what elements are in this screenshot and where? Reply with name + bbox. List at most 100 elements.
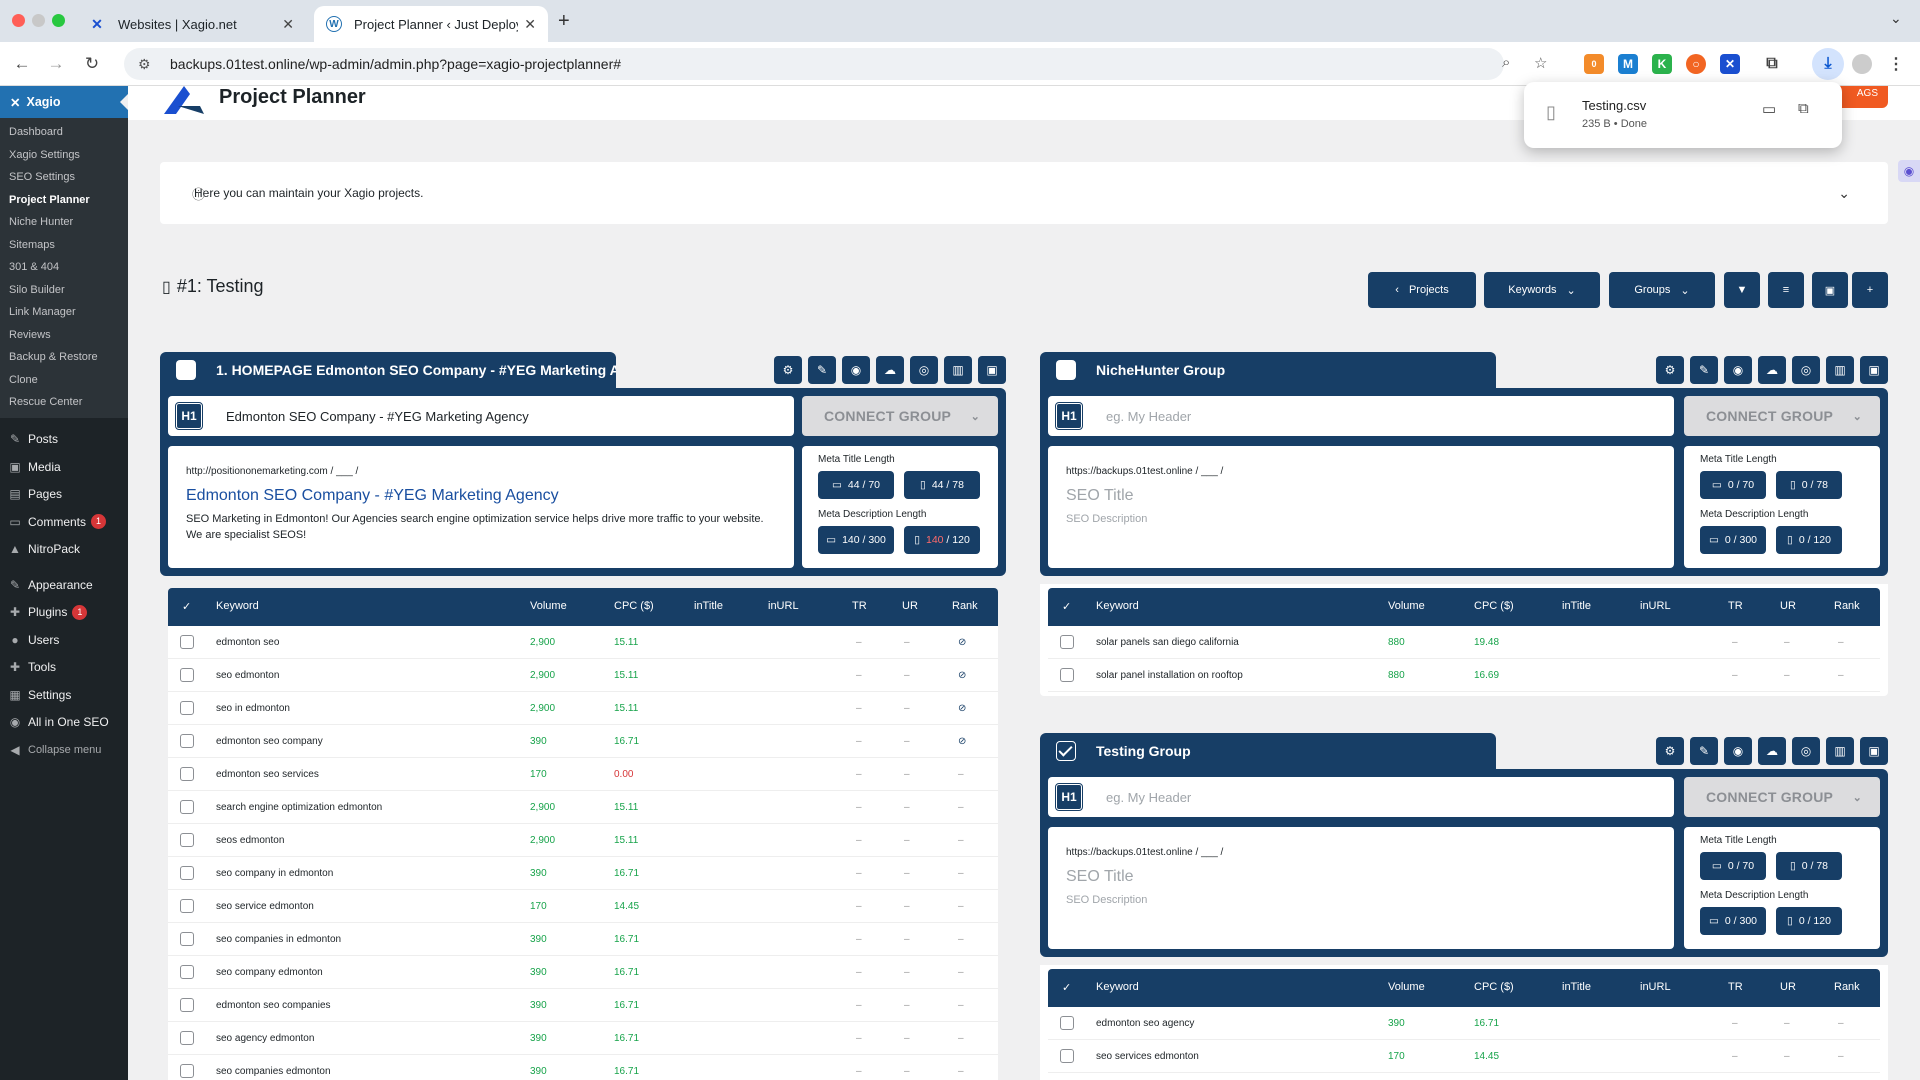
close-window-button[interactable]: [12, 14, 25, 27]
browser-tab-project-planner[interactable]: W Project Planner ‹ Just Deploy ✕: [314, 6, 548, 42]
add-group-button[interactable]: +: [1852, 272, 1888, 308]
row-checkbox[interactable]: [180, 701, 194, 715]
keywords-dropdown[interactable]: Keywords ⌄: [1484, 272, 1600, 308]
title-mobile-length[interactable]: ▯ 0 / 78: [1776, 471, 1842, 499]
table-row[interactable]: edmonton seo companies 390 16.71 – – –: [168, 989, 998, 1022]
browser-menu-icon[interactable]: ⋮: [1886, 54, 1906, 74]
table-row[interactable]: solar panels san diego california 880 19.4…: [1048, 626, 1880, 659]
select-all-icon[interactable]: ✓: [1062, 600, 1071, 613]
save-button[interactable]: ▣: [1812, 272, 1848, 308]
col-rank[interactable]: Rank: [1834, 600, 1860, 612]
row-checkbox[interactable]: [180, 866, 194, 880]
desc-desktop-length[interactable]: ▭ 0 / 300: [1700, 907, 1766, 935]
extensions-puzzle-icon[interactable]: ⧉: [1762, 54, 1782, 74]
table-row[interactable]: seo companies edmonton 390 16.71 – – –: [168, 1055, 998, 1080]
trash-icon[interactable]: ▥: [1826, 356, 1854, 384]
row-checkbox[interactable]: [180, 899, 194, 913]
col-volume[interactable]: Volume: [1388, 981, 1425, 993]
submenu-item[interactable]: SEO Settings: [0, 166, 128, 189]
forward-button[interactable]: →: [44, 52, 68, 76]
row-checkbox[interactable]: [180, 800, 194, 814]
col-ur[interactable]: UR: [1780, 981, 1796, 993]
title-mobile-length[interactable]: ▯ 44 / 78: [904, 471, 980, 499]
target-icon[interactable]: ◎: [1792, 356, 1820, 384]
submenu-item[interactable]: Silo Builder: [0, 279, 128, 302]
submenu-item[interactable]: 301 & 404: [0, 256, 128, 279]
address-bar[interactable]: ⚙ backups.01test.online/wp-admin/admin.p…: [124, 48, 1547, 80]
col-rank[interactable]: Rank: [1834, 981, 1860, 993]
groups-dropdown[interactable]: Groups ⌄: [1609, 272, 1715, 308]
connect-group-dropdown[interactable]: CONNECT GROUP ⌄: [1684, 777, 1880, 817]
downloads-icon[interactable]: ⤓: [1812, 48, 1844, 80]
serp-preview[interactable]: http://positiononemarketing.com / ___ / …: [168, 446, 794, 568]
sidebar-item-all-in-one-seo[interactable]: ◉ All in One SEO: [0, 709, 128, 737]
table-row[interactable]: seo agency edmonton 390 16.71 – – –: [168, 1022, 998, 1055]
group-checkbox[interactable]: [1056, 360, 1076, 380]
title-desktop-length[interactable]: ▭ 0 / 70: [1700, 852, 1766, 880]
folder-icon[interactable]: ▭: [1762, 100, 1776, 118]
table-row[interactable]: search engine optimization edmonton 2,900…: [168, 791, 998, 824]
table-row[interactable]: edmonton seo services 170 0.00 – – –: [168, 758, 998, 791]
desc-mobile-length[interactable]: ▯ 0 / 120: [1776, 907, 1842, 935]
desc-mobile-length[interactable]: ▯ 0 / 120: [1776, 526, 1842, 554]
sidebar-item-users[interactable]: ● Users: [0, 626, 128, 654]
table-row[interactable]: seo companies in edmonton 390 16.71 – – –: [168, 923, 998, 956]
cloud-icon[interactable]: ☁: [876, 356, 904, 384]
col-tr[interactable]: TR: [852, 600, 867, 612]
title-desktop-length[interactable]: ▭ 44 / 70: [818, 471, 894, 499]
settings-icon[interactable]: ⚙: [1656, 356, 1684, 384]
eye-icon[interactable]: ◉: [1724, 356, 1752, 384]
col-ur[interactable]: UR: [1780, 600, 1796, 612]
sidebar-item-appearance[interactable]: ✎ Appearance: [0, 571, 128, 599]
desc-mobile-length[interactable]: ▯ 140 / 120: [904, 526, 980, 554]
col-inurl[interactable]: inURL: [1640, 600, 1671, 612]
group-title-tab[interactable]: NicheHunter Group: [1040, 352, 1496, 388]
row-checkbox[interactable]: [1060, 635, 1074, 649]
row-checkbox[interactable]: [1060, 1049, 1074, 1063]
table-row[interactable]: seo services edmonton 170 14.45 – – –: [1048, 1040, 1880, 1073]
row-checkbox[interactable]: [180, 1064, 194, 1078]
submenu-item[interactable]: Dashboard: [0, 121, 128, 144]
desc-desktop-length[interactable]: ▭ 140 / 300: [818, 526, 894, 554]
extension-icon-k[interactable]: K: [1652, 54, 1672, 74]
collapse-menu-button[interactable]: ◀ Collapse menu: [0, 736, 128, 764]
col-ur[interactable]: UR: [902, 600, 918, 612]
row-checkbox[interactable]: [180, 1031, 194, 1045]
sidebar-item-comments[interactable]: ▭ Comments 1: [0, 508, 128, 536]
h1-input[interactable]: H1 eg. My Header: [1048, 396, 1674, 436]
col-keyword[interactable]: Keyword: [1096, 981, 1139, 993]
notes-icon[interactable]: ✎: [1690, 356, 1718, 384]
col-cpc[interactable]: CPC ($): [1474, 600, 1514, 612]
row-checkbox[interactable]: [180, 965, 194, 979]
extension-icon-circle[interactable]: ○: [1686, 54, 1706, 74]
notes-icon[interactable]: ✎: [808, 356, 836, 384]
submenu-item[interactable]: Xagio Settings: [0, 144, 128, 167]
group-title-tab[interactable]: 1. HOMEPAGE Edmonton SEO Company - #YEG …: [160, 352, 616, 388]
trash-icon[interactable]: ▥: [944, 356, 972, 384]
col-keyword[interactable]: Keyword: [216, 600, 259, 612]
table-row[interactable]: seo company in edmonton 390 16.71 – – –: [168, 857, 998, 890]
sidebar-item-settings[interactable]: ▦ Settings: [0, 681, 128, 709]
group-checkbox[interactable]: [176, 360, 196, 380]
desc-desktop-length[interactable]: ▭ 0 / 300: [1700, 526, 1766, 554]
minimize-window-button[interactable]: [32, 14, 45, 27]
title-desktop-length[interactable]: ▭ 0 / 70: [1700, 471, 1766, 499]
col-intitle[interactable]: inTitle: [1562, 981, 1591, 993]
title-mobile-length[interactable]: ▯ 0 / 78: [1776, 852, 1842, 880]
row-checkbox[interactable]: [180, 767, 194, 781]
col-tr[interactable]: TR: [1728, 981, 1743, 993]
profile-avatar[interactable]: [1852, 54, 1872, 74]
col-volume[interactable]: Volume: [530, 600, 567, 612]
select-all-icon[interactable]: ✓: [1062, 981, 1071, 994]
row-checkbox[interactable]: [180, 635, 194, 649]
info-bar[interactable]: ⓘ Here you can maintain your Xagio proje…: [160, 162, 1888, 224]
chevron-down-icon[interactable]: ⌄: [1838, 185, 1850, 202]
sidebar-item-nitropack[interactable]: ▲ NitroPack: [0, 536, 128, 564]
submenu-item-project-planner[interactable]: Project Planner: [0, 189, 128, 212]
table-row[interactable]: seo in edmonton 2,900 15.11 – – ⊘: [168, 692, 998, 725]
h1-input[interactable]: H1 eg. My Header: [1048, 777, 1674, 817]
table-row[interactable]: edmonton seo 2,900 15.11 – – ⊘: [168, 626, 998, 659]
row-checkbox[interactable]: [1060, 668, 1074, 682]
notes-icon[interactable]: ✎: [1690, 737, 1718, 765]
table-row[interactable]: seos edmonton 2,900 15.11 – – –: [168, 824, 998, 857]
